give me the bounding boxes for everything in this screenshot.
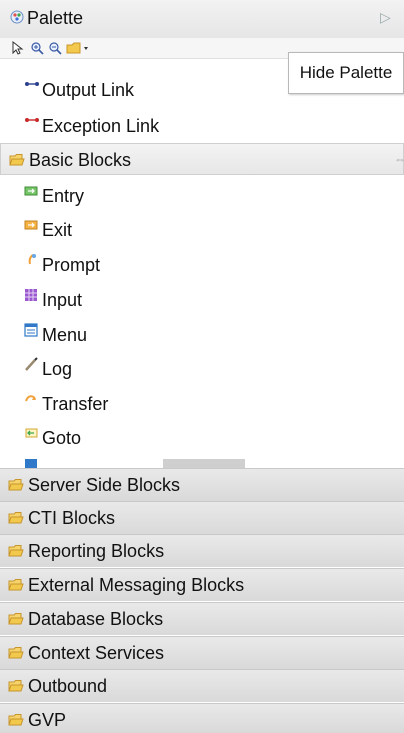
log-icon	[25, 357, 38, 371]
drawer-label: Reporting Blocks	[28, 541, 165, 561]
drawer-outbound[interactable]: Outbound	[0, 669, 404, 702]
transfer-label: Transfer	[42, 394, 109, 414]
hide-palette-button[interactable]: ▷	[380, 9, 391, 26]
log-label: Log	[42, 359, 73, 379]
exception-link-item[interactable]: Exception Link	[18, 111, 218, 141]
drawer-label: CTI Blocks	[28, 508, 116, 528]
drawer-label: GVP	[28, 710, 67, 730]
entry-label: Entry	[42, 186, 85, 206]
subdialog-icon	[25, 459, 37, 468]
drawer-external-messaging-blocks[interactable]: External Messaging Blocks	[0, 568, 404, 601]
folder-icon	[8, 545, 24, 557]
folder-menu-icon[interactable]	[66, 41, 90, 55]
menu-label: Menu	[42, 325, 88, 345]
basic-blocks-drawer[interactable]: Basic Blocks	[0, 143, 404, 175]
folder-icon	[8, 613, 24, 625]
prompt-icon	[28, 254, 36, 265]
exception-link-label: Exception Link	[42, 116, 160, 136]
entry-icon	[24, 186, 38, 196]
menu-item[interactable]: Menu	[18, 320, 178, 350]
folder-icon	[8, 512, 24, 524]
palette-title: Palette	[27, 8, 84, 28]
drawer-label: External Messaging Blocks	[28, 575, 245, 595]
folder-icon	[8, 647, 24, 659]
exception-link-icon	[25, 118, 39, 122]
drawer-label: Database Blocks	[28, 609, 164, 629]
log-item[interactable]: Log	[18, 354, 178, 384]
output-link-label: Output Link	[42, 80, 135, 100]
folder-icon	[8, 479, 24, 491]
prompt-item[interactable]: Prompt	[18, 250, 178, 280]
exit-item[interactable]: Exit	[18, 215, 178, 245]
menu-icon	[24, 323, 38, 337]
folder-icon	[8, 579, 24, 591]
goto-icon	[25, 428, 38, 438]
drawer-cti-blocks[interactable]: CTI Blocks	[0, 501, 404, 534]
scroll-thumb[interactable]	[163, 459, 245, 468]
folder-open-icon	[9, 154, 25, 166]
goto-label: Goto	[42, 428, 82, 448]
select-icon[interactable]	[10, 41, 24, 55]
drawer-database-blocks[interactable]: Database Blocks	[0, 602, 404, 635]
goto-item[interactable]: Goto	[18, 423, 178, 453]
exit-icon	[24, 220, 38, 230]
output-link-item[interactable]: Output Link	[18, 75, 218, 105]
drawer-context-services[interactable]: Context Services	[0, 636, 404, 669]
exit-label: Exit	[42, 220, 73, 240]
basic-blocks-title: Basic Blocks	[29, 150, 132, 170]
prompt-label: Prompt	[42, 255, 101, 275]
folder-icon	[8, 714, 24, 726]
zoom-out-icon[interactable]	[48, 41, 62, 55]
drawer-label: Outbound	[28, 676, 108, 696]
palette-icon	[10, 10, 24, 24]
drawer-label: Server Side Blocks	[28, 475, 181, 495]
transfer-icon	[25, 395, 36, 402]
drawer-server-side-blocks[interactable]: Server Side Blocks	[0, 468, 404, 501]
entry-item[interactable]: Entry	[18, 181, 178, 211]
transfer-item[interactable]: Transfer	[18, 389, 178, 419]
input-item[interactable]: Input	[18, 285, 178, 315]
output-link-icon	[25, 82, 39, 86]
drawer-reporting-blocks[interactable]: Reporting Blocks	[0, 534, 404, 567]
drawer-gvp[interactable]: GVP	[0, 703, 404, 733]
input-icon	[25, 289, 37, 301]
zoom-in-icon[interactable]	[30, 41, 44, 55]
hide-palette-tooltip: Hide Palette	[288, 52, 404, 94]
input-label: Input	[42, 290, 83, 310]
drawer-label: Context Services	[28, 643, 165, 663]
pin-icon[interactable]: ⇔	[394, 152, 404, 166]
folder-icon	[8, 680, 24, 692]
